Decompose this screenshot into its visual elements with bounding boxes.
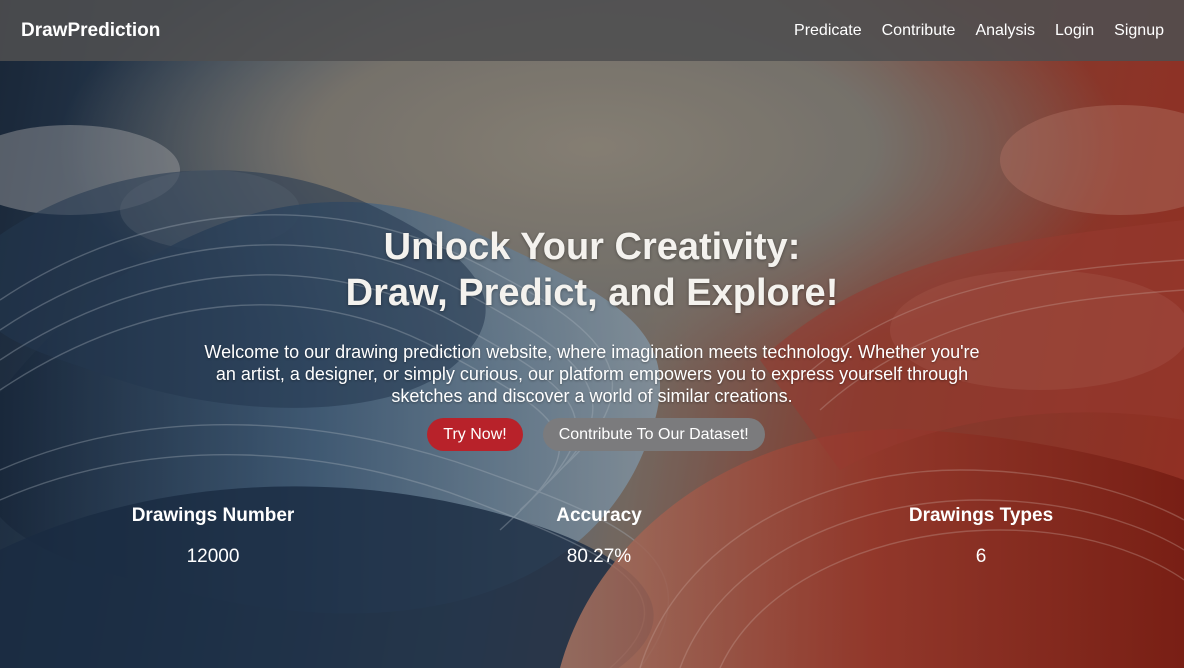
- stat-label: Accuracy: [556, 505, 642, 526]
- stat-value: 6: [975, 546, 987, 567]
- stat-label: Drawings Types: [908, 505, 1054, 526]
- nav-link-predicate[interactable]: Predicate: [794, 22, 862, 40]
- hero-section: Unlock Your Creativity: Draw, Predict, a…: [0, 61, 1184, 668]
- hero-title: Unlock Your Creativity: Draw, Predict, a…: [0, 224, 1184, 316]
- nav-link-signup[interactable]: Signup: [1114, 22, 1164, 40]
- stat-drawings-number: Drawings Number 12000: [83, 504, 343, 569]
- stat-drawings-types: Drawings Types 6: [851, 504, 1111, 569]
- stat-accuracy: Accuracy 80.27%: [469, 504, 729, 569]
- nav-link-login[interactable]: Login: [1055, 22, 1094, 40]
- nav-link-contribute[interactable]: Contribute: [882, 22, 956, 40]
- contribute-dataset-button[interactable]: Contribute To Our Dataset!: [542, 418, 765, 451]
- try-now-button[interactable]: Try Now!: [427, 418, 523, 451]
- cta-buttons: Try Now! Contribute To Our Dataset!: [0, 418, 1184, 451]
- nav-link-analysis[interactable]: Analysis: [975, 22, 1035, 40]
- hero-description: Welcome to our drawing prediction websit…: [204, 342, 980, 406]
- top-navbar: DrawPrediction Predicate Contribute Anal…: [0, 0, 1184, 61]
- brand-logo-link[interactable]: DrawPrediction: [21, 20, 160, 42]
- stat-value: 80.27%: [566, 546, 632, 567]
- stat-value: 12000: [186, 546, 240, 567]
- stat-label: Drawings Number: [131, 505, 295, 526]
- hero-title-line-2: Draw, Predict, and Explore!: [345, 272, 839, 314]
- hero-title-line-1: Unlock Your Creativity:: [383, 226, 801, 268]
- nav-links: Predicate Contribute Analysis Login Sign…: [794, 22, 1164, 40]
